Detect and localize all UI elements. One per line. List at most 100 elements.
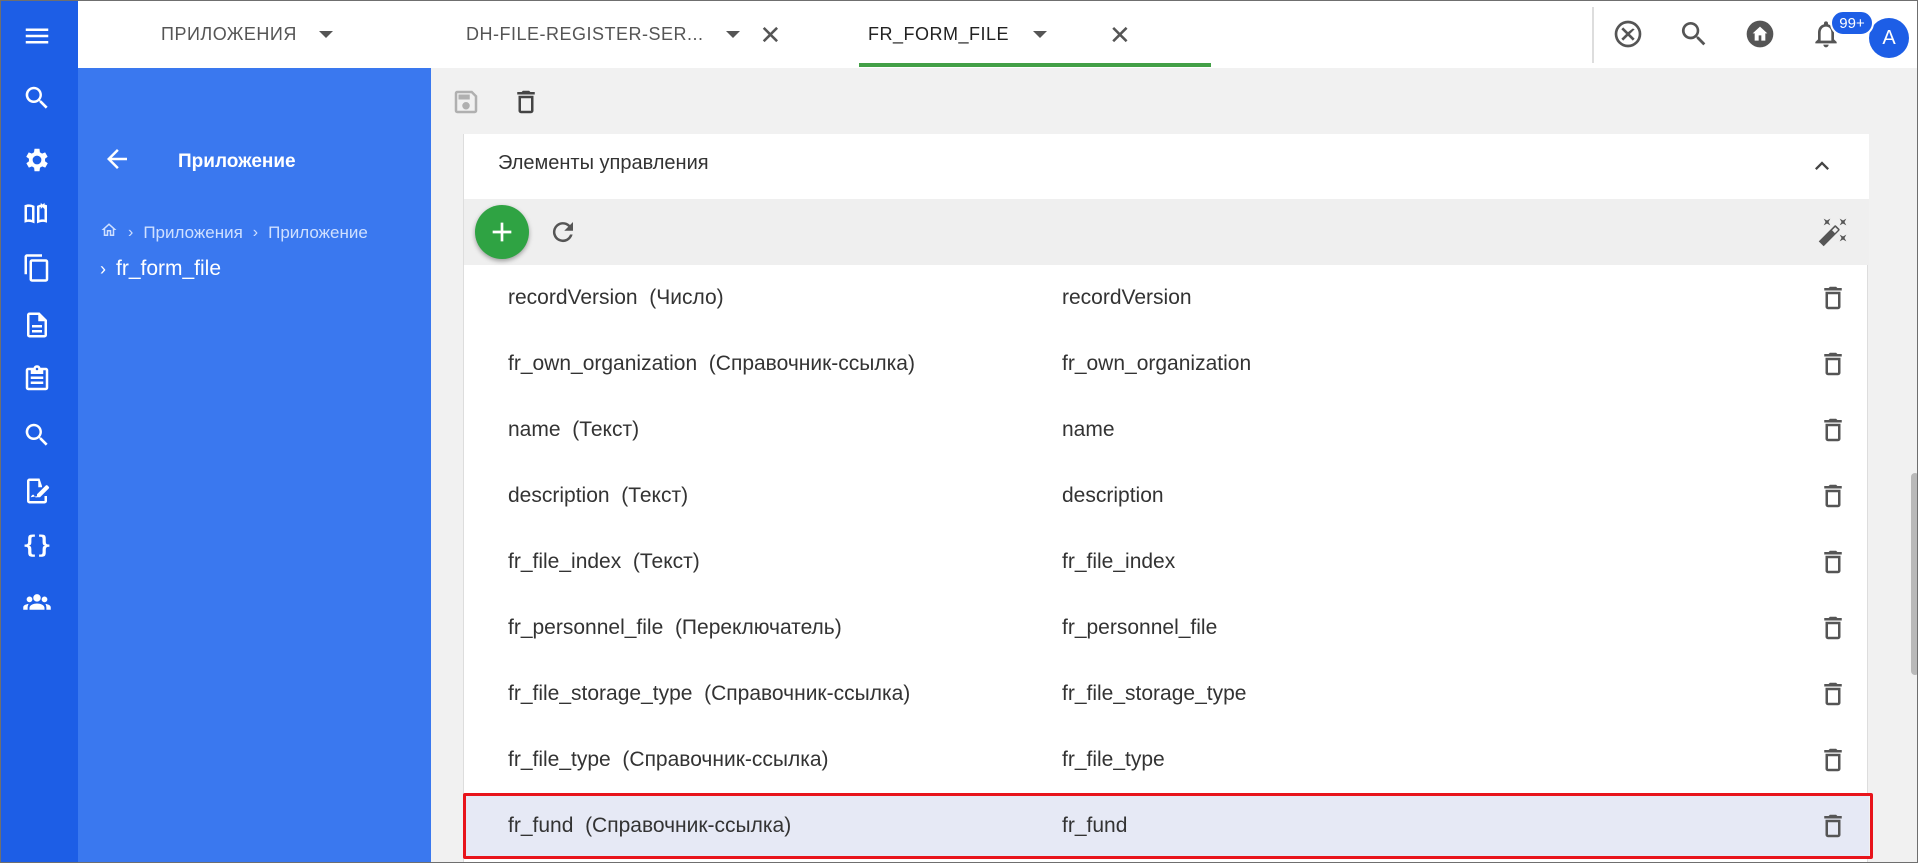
active-tab-indicator: [859, 63, 1211, 67]
list-toolbar: [464, 199, 1869, 265]
list-item[interactable]: description (Текст) description: [464, 463, 1869, 529]
row-name: recordVersion (Число): [508, 286, 724, 310]
side-title: Приложение: [178, 151, 296, 172]
row-type: (Число): [649, 286, 724, 309]
trash-icon[interactable]: [509, 85, 543, 119]
chevron-right-icon: ›: [252, 223, 259, 241]
list-item[interactable]: recordVersion (Число) recordVersion: [464, 265, 1869, 331]
document-icon[interactable]: [19, 307, 55, 343]
list-item[interactable]: fr_personnel_file (Переключатель) fr_per…: [464, 595, 1869, 661]
tree-item-fr-form-file[interactable]: › fr_form_file: [100, 257, 221, 281]
dropdown-arrow-icon[interactable]: [1033, 31, 1048, 38]
people-icon[interactable]: [19, 583, 55, 619]
trash-icon[interactable]: [1816, 479, 1850, 513]
copy-icon[interactable]: [19, 250, 55, 286]
trash-icon[interactable]: [1816, 545, 1850, 579]
tab-label: DH-FILE-REGISTER-SER...: [466, 24, 704, 44]
save-icon[interactable]: [449, 85, 483, 119]
trash-icon[interactable]: [1816, 677, 1850, 711]
row-name: fr_personnel_file (Переключатель): [508, 616, 842, 640]
trash-icon[interactable]: [1816, 809, 1850, 843]
row-type: (Справочник-ссылка): [622, 748, 829, 771]
home-icon[interactable]: [100, 221, 118, 244]
nav-rail: {}: [1, 1, 78, 862]
back-arrow-icon[interactable]: [102, 144, 138, 180]
list-item-selected[interactable]: fr_fund (Справочник-ссылка) fr_fund: [464, 793, 1869, 859]
clipboard-icon[interactable]: [19, 361, 55, 397]
add-button[interactable]: [475, 205, 529, 259]
row-type: (Справочник-ссылка): [585, 814, 792, 837]
row-field: fr_file_type: [508, 748, 611, 771]
list-item[interactable]: fr_file_storage_type (Справочник-ссылка)…: [464, 661, 1869, 727]
list-item[interactable]: fr_file_type (Справочник-ссылка) fr_file…: [464, 727, 1869, 793]
tab-label: ПРИЛОЖЕНИЯ: [161, 24, 297, 44]
row-name: fr_file_index (Текст): [508, 550, 700, 574]
row-field: description: [508, 484, 610, 507]
side-panel: [78, 68, 431, 862]
breadcrumb-item[interactable]: Приложение: [268, 223, 368, 243]
magic-wand-icon[interactable]: [1816, 215, 1850, 249]
avatar[interactable]: A: [1869, 18, 1909, 58]
tab-fr-form-file[interactable]: FR_FORM_FILE ✕: [868, 1, 1131, 68]
row-code: fr_personnel_file: [1062, 616, 1218, 639]
controls-panel: Элементы управления recordVersion (Число…: [463, 134, 1869, 862]
menu-icon[interactable]: [19, 18, 55, 54]
close-icon[interactable]: ✕: [760, 22, 782, 48]
row-type: (Справочник-ссылка): [704, 682, 911, 705]
signature-icon[interactable]: [19, 473, 55, 509]
trash-icon[interactable]: [1816, 743, 1850, 777]
trash-icon[interactable]: [1816, 347, 1850, 381]
tab-applications[interactable]: ПРИЛОЖЕНИЯ: [161, 1, 333, 68]
row-code: description: [1062, 484, 1164, 507]
chevron-right-icon: ›: [128, 223, 134, 241]
row-field: recordVersion: [508, 286, 638, 309]
row-type: (Справочник-ссылка): [708, 352, 915, 375]
row-field: fr_fund: [508, 814, 574, 837]
row-name: name (Текст): [508, 418, 639, 442]
row-code: fr_fund: [1062, 814, 1128, 837]
refresh-icon[interactable]: [546, 215, 580, 249]
close-icon[interactable]: ✕: [1109, 22, 1131, 48]
row-field: name: [508, 418, 561, 441]
controls-list: recordVersion (Число) recordVersion fr_o…: [464, 265, 1869, 859]
trash-icon[interactable]: [1816, 413, 1850, 447]
home-icon[interactable]: [1742, 16, 1778, 52]
dropdown-arrow-icon[interactable]: [725, 31, 740, 38]
tree-item-label: fr_form_file: [116, 257, 222, 280]
book-icon[interactable]: [19, 196, 55, 232]
panel-title: Элементы управления: [498, 152, 709, 174]
trash-icon[interactable]: [1816, 611, 1850, 645]
row-name: description (Текст): [508, 484, 688, 508]
toolbar: [431, 68, 1917, 134]
list-item[interactable]: name (Текст) name: [464, 397, 1869, 463]
list-item[interactable]: fr_file_index (Текст) fr_file_index: [464, 529, 1869, 595]
list-item[interactable]: fr_own_organization (Справочник-ссылка) …: [464, 331, 1869, 397]
breadcrumb-item[interactable]: Приложения: [143, 223, 242, 243]
chevron-right-icon[interactable]: ›: [100, 259, 106, 280]
chevron-up-icon[interactable]: [1804, 148, 1840, 184]
close-all-icon[interactable]: [1610, 16, 1646, 52]
search-icon[interactable]: [19, 417, 55, 453]
search-icon[interactable]: [1676, 16, 1712, 52]
dropdown-arrow-icon[interactable]: [318, 31, 333, 38]
scrollbar[interactable]: [1909, 68, 1917, 862]
notification-badge: 99+: [1830, 10, 1874, 36]
search-icon[interactable]: [19, 80, 55, 116]
row-code: name: [1062, 418, 1115, 441]
row-field: fr_file_index: [508, 550, 622, 573]
breadcrumb: › Приложения › Приложение: [100, 221, 368, 244]
trash-icon[interactable]: [1816, 281, 1850, 315]
row-code: fr_own_organization: [1062, 352, 1252, 375]
row-code: fr_file_storage_type: [1062, 682, 1247, 705]
scrollbar-thumb[interactable]: [1911, 473, 1917, 675]
tab-dh-file-register[interactable]: DH-FILE-REGISTER-SER... ✕: [466, 1, 782, 68]
row-type: (Переключатель): [674, 616, 842, 639]
row-code: fr_file_index: [1062, 550, 1176, 573]
row-name: fr_file_storage_type (Справочник-ссылка): [508, 682, 910, 706]
panel-header[interactable]: Элементы управления: [464, 134, 1869, 199]
row-field: fr_file_storage_type: [508, 682, 693, 705]
braces-icon[interactable]: {}: [19, 527, 55, 563]
app-window: {} Приложение › Приложения › Приложение …: [0, 0, 1918, 863]
row-code: fr_file_type: [1062, 748, 1165, 771]
gear-icon[interactable]: [19, 142, 55, 178]
